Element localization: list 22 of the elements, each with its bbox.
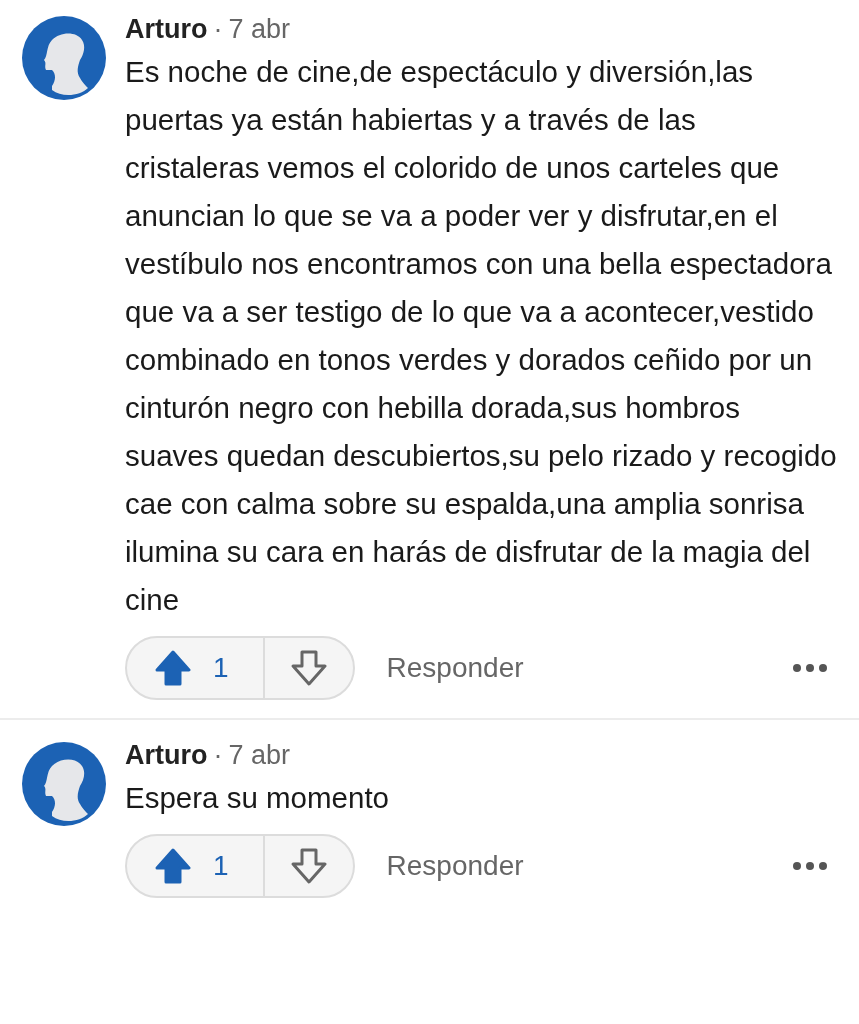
down-arrow-icon — [290, 650, 327, 686]
vote-count: 1 — [213, 850, 229, 882]
comment-text: Espera su momento — [125, 780, 390, 816]
comment-text: Es noche de cine,de espectáculo y diversión,las puertas ya están habiertas y a través de las cristaleras vemos el colorido de unos carteles que anuncian lo que se va a poder ver y disfrutar,en el vestíbulo nos encontramos con una bella espectadora que va a ser testigo de lo que va a acontecer,vestido combinado en tonos verdes y dorados ceñido por un cinturón negro con hebilla dorada,sus hombros suaves quedan descubiertos,su pelo rizado y recogido cae con calma sobre su espalda,una amplia sonrisa ilumina su cara en harás de disfrutar de la magia del cine — [125, 54, 837, 618]
separator: · — [213, 13, 223, 46]
down-arrow-icon — [290, 848, 327, 884]
more-icon[interactable] — [793, 862, 827, 870]
up-arrow-icon — [155, 650, 191, 686]
timestamp: 7 abr — [228, 13, 291, 46]
upvote-button[interactable]: 1 — [127, 638, 265, 698]
up-arrow-icon — [155, 848, 191, 884]
timestamp: 7 abr — [228, 739, 291, 772]
avatar-icon[interactable] — [22, 742, 106, 826]
reply-button[interactable]: Responder — [374, 842, 536, 890]
more-icon[interactable] — [793, 664, 827, 672]
author-name[interactable]: Arturo — [125, 10, 208, 48]
vote-count: 1 — [213, 652, 229, 684]
separator: · — [213, 739, 223, 772]
avatar-icon[interactable] — [22, 16, 106, 100]
author-name[interactable]: Arturo — [125, 736, 208, 774]
reply-button[interactable]: Responder — [374, 644, 536, 692]
upvote-button[interactable]: 1 — [127, 836, 265, 896]
